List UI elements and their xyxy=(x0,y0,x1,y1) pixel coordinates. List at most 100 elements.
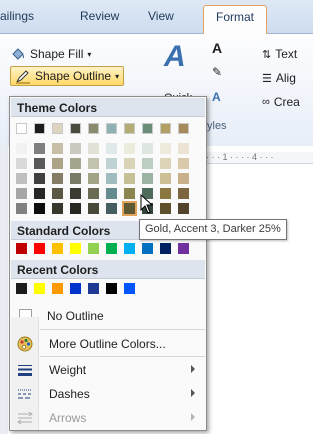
theme-color-swatch[interactable] xyxy=(160,158,171,169)
dashes-menu-item[interactable]: Dashes xyxy=(11,382,205,405)
theme-color-swatch[interactable] xyxy=(142,143,153,154)
theme-color-swatch[interactable] xyxy=(52,143,63,154)
theme-color-swatch[interactable] xyxy=(16,123,27,134)
shape-fill-button[interactable]: Shape Fill ▾ xyxy=(10,44,91,64)
create-link-button[interactable]: ∞ Crea xyxy=(262,92,300,112)
menu-separator xyxy=(40,356,205,357)
theme-color-swatch[interactable] xyxy=(160,203,171,214)
standard-color-swatch[interactable] xyxy=(16,243,27,254)
more-outline-colors-menu-item[interactable]: More Outline Colors... xyxy=(11,332,205,355)
theme-color-swatch[interactable] xyxy=(34,143,45,154)
align-text-button[interactable]: ☰ Alig xyxy=(262,68,296,88)
theme-color-swatch[interactable] xyxy=(124,188,135,199)
recent-color-swatch[interactable] xyxy=(16,283,27,294)
theme-color-swatch[interactable] xyxy=(124,143,135,154)
tab-mailings[interactable]: ailings xyxy=(0,9,34,23)
theme-color-swatch[interactable] xyxy=(178,203,189,214)
recent-color-swatch[interactable] xyxy=(52,283,63,294)
standard-color-swatch[interactable] xyxy=(106,243,117,254)
theme-color-swatch[interactable] xyxy=(106,188,117,199)
theme-color-swatch[interactable] xyxy=(106,123,117,134)
theme-color-swatch[interactable] xyxy=(70,173,81,184)
text-fill-icon[interactable]: A xyxy=(212,40,222,56)
theme-color-swatch[interactable] xyxy=(160,123,171,134)
theme-color-swatch[interactable] xyxy=(178,173,189,184)
theme-color-swatch[interactable] xyxy=(178,188,189,199)
no-outline-menu-item[interactable]: No Outline xyxy=(11,304,205,327)
theme-color-swatch[interactable] xyxy=(34,158,45,169)
standard-color-swatch[interactable] xyxy=(52,243,63,254)
theme-color-swatch[interactable] xyxy=(178,123,189,134)
theme-color-swatch[interactable] xyxy=(16,188,27,199)
theme-color-swatch[interactable] xyxy=(70,143,81,154)
theme-color-swatch[interactable] xyxy=(34,188,45,199)
standard-color-swatch[interactable] xyxy=(88,243,99,254)
theme-color-swatch[interactable] xyxy=(52,203,63,214)
tab-view[interactable]: View xyxy=(148,9,174,23)
standard-color-swatch[interactable] xyxy=(178,243,189,254)
theme-color-swatch[interactable] xyxy=(88,158,99,169)
theme-color-swatch-selected[interactable] xyxy=(122,201,137,216)
theme-color-swatch[interactable] xyxy=(16,203,27,214)
text-direction-button[interactable]: ⇅ Text xyxy=(262,44,297,64)
theme-color-swatch[interactable] xyxy=(16,143,27,154)
theme-color-swatch[interactable] xyxy=(34,203,45,214)
theme-color-swatch[interactable] xyxy=(178,158,189,169)
tab-format[interactable]: Format xyxy=(203,5,268,35)
theme-color-swatch[interactable] xyxy=(34,173,45,184)
dashes-label: Dashes xyxy=(49,386,90,401)
recent-color-swatch[interactable] xyxy=(124,283,135,294)
theme-color-swatch[interactable] xyxy=(88,203,99,214)
weight-menu-item[interactable]: Weight xyxy=(11,358,205,381)
theme-color-swatch[interactable] xyxy=(70,203,81,214)
theme-color-swatch[interactable] xyxy=(106,143,117,154)
theme-color-swatch[interactable] xyxy=(88,143,99,154)
theme-color-swatch[interactable] xyxy=(52,123,63,134)
standard-color-swatch[interactable] xyxy=(160,243,171,254)
theme-color-swatch[interactable] xyxy=(70,188,81,199)
theme-color-swatch[interactable] xyxy=(124,173,135,184)
standard-color-swatch[interactable] xyxy=(124,243,135,254)
text-outline-icon[interactable]: ✎ xyxy=(212,65,222,79)
mouse-pointer-icon xyxy=(140,194,154,214)
submenu-arrow-icon xyxy=(191,389,195,397)
recent-color-swatch[interactable] xyxy=(88,283,99,294)
standard-color-swatch[interactable] xyxy=(142,243,153,254)
recent-color-swatch[interactable] xyxy=(106,283,117,294)
theme-color-swatch[interactable] xyxy=(178,143,189,154)
theme-color-swatch[interactable] xyxy=(124,158,135,169)
tab-review[interactable]: Review xyxy=(80,9,119,23)
theme-color-swatch[interactable] xyxy=(124,123,135,134)
theme-color-swatch[interactable] xyxy=(70,123,81,134)
theme-color-swatch[interactable] xyxy=(142,123,153,134)
theme-color-swatch[interactable] xyxy=(70,158,81,169)
theme-color-swatch[interactable] xyxy=(16,173,27,184)
text-effects-icon[interactable]: A xyxy=(212,90,221,104)
theme-color-swatch[interactable] xyxy=(52,188,63,199)
theme-color-swatch[interactable] xyxy=(160,173,171,184)
theme-color-swatch[interactable] xyxy=(106,173,117,184)
theme-color-swatch[interactable] xyxy=(52,158,63,169)
theme-color-swatch[interactable] xyxy=(106,158,117,169)
theme-color-swatch[interactable] xyxy=(88,173,99,184)
theme-color-swatch[interactable] xyxy=(106,203,117,214)
arrows-menu-item[interactable]: Arrows xyxy=(11,406,205,429)
line-weight-icon xyxy=(15,360,35,380)
standard-color-swatch[interactable] xyxy=(70,243,81,254)
recent-color-swatch[interactable] xyxy=(34,283,45,294)
create-link-label: Crea xyxy=(273,95,300,109)
shape-outline-label: Shape Outline xyxy=(35,69,112,83)
recent-color-swatch[interactable] xyxy=(70,283,81,294)
theme-color-swatch[interactable] xyxy=(142,158,153,169)
theme-color-swatch[interactable] xyxy=(160,143,171,154)
theme-color-swatch[interactable] xyxy=(88,123,99,134)
standard-color-swatch[interactable] xyxy=(34,243,45,254)
theme-color-swatch[interactable] xyxy=(142,173,153,184)
theme-color-swatch[interactable] xyxy=(16,158,27,169)
theme-color-swatch[interactable] xyxy=(160,188,171,199)
theme-color-swatch[interactable] xyxy=(88,188,99,199)
wordart-gallery-icon[interactable]: A xyxy=(164,40,186,74)
theme-color-swatch[interactable] xyxy=(52,173,63,184)
shape-outline-button[interactable]: Shape Outline ▾ xyxy=(10,66,125,86)
theme-color-swatch[interactable] xyxy=(34,123,45,134)
